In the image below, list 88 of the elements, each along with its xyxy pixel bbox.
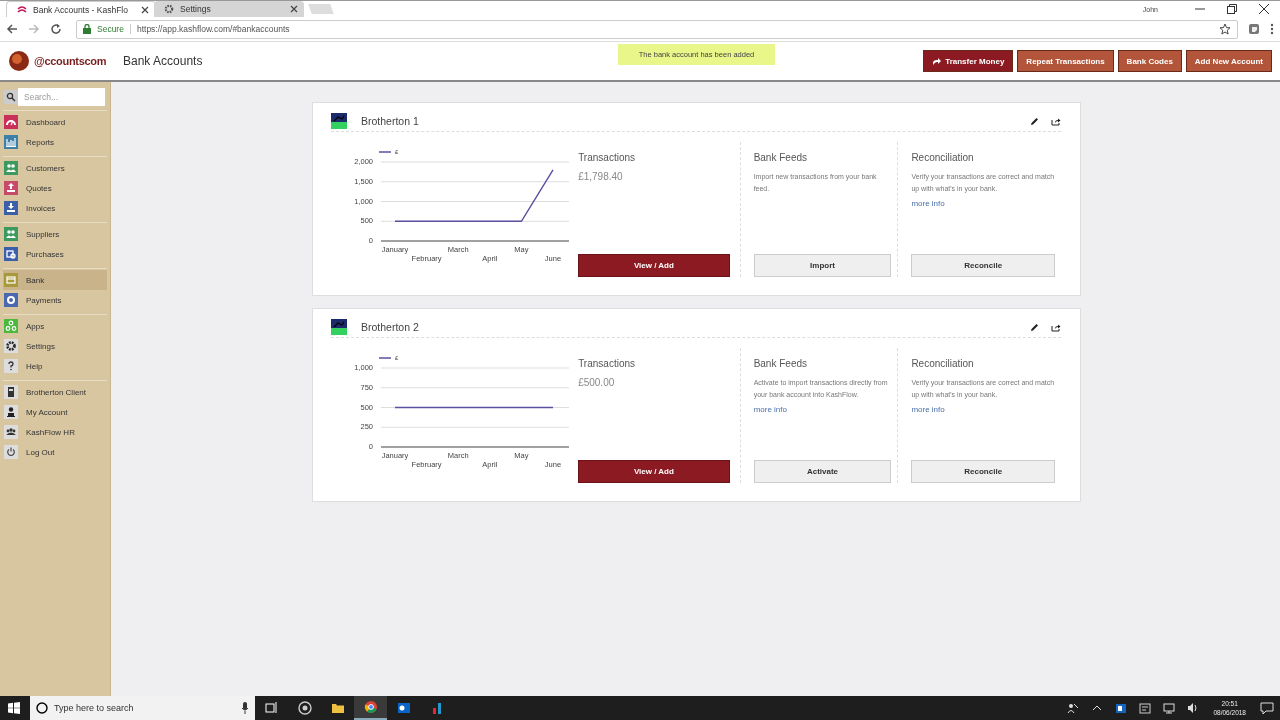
balance-amount: £1,798.40 xyxy=(578,171,624,182)
gear-icon xyxy=(164,4,174,14)
action-button[interactable]: Import xyxy=(753,254,892,277)
menu-item-icon xyxy=(4,405,18,419)
logo-text: @ccountscom xyxy=(34,55,107,67)
sidebar-item[interactable]: Invoices xyxy=(3,198,107,218)
microphone-icon[interactable] xyxy=(241,702,249,714)
cortana-icon xyxy=(36,702,48,714)
sidebar-item[interactable]: Brotherton Client xyxy=(3,382,107,402)
section-title: Transactions xyxy=(578,358,636,369)
close-icon[interactable] xyxy=(1259,4,1269,14)
network-icon[interactable] xyxy=(1163,702,1176,714)
toolbar-button[interactable]: Add New Account xyxy=(1185,50,1272,72)
sidebar-item[interactable]: My Account xyxy=(3,402,107,422)
sidebar-item[interactable]: Payments xyxy=(3,290,107,310)
more-info-link[interactable]: more info xyxy=(911,405,1055,414)
browser-tab[interactable]: Bank Accounts - KashFlo xyxy=(6,1,156,17)
sidebar-item[interactable]: Apps xyxy=(3,316,107,336)
sidebar-item[interactable]: Help xyxy=(3,356,107,376)
share-icon[interactable] xyxy=(1051,322,1061,332)
browser-tab[interactable]: Settings xyxy=(154,1,304,17)
search-icon xyxy=(4,90,18,104)
lock-icon xyxy=(83,24,91,34)
sidebar-item[interactable]: Suppliers xyxy=(3,224,107,244)
sidebar-item[interactable]: Bank xyxy=(3,270,107,290)
toolbar-button[interactable]: Transfer Money xyxy=(923,50,1014,72)
section-title: Transactions xyxy=(578,152,636,163)
bank-logo-icon xyxy=(331,319,347,335)
section-title: Bank Feeds xyxy=(753,152,808,163)
back-icon[interactable] xyxy=(6,23,18,35)
sidebar-item[interactable]: Customers xyxy=(3,158,107,178)
account-name: Brotherton 2 xyxy=(361,321,419,333)
action-button[interactable]: Reconcile xyxy=(911,254,1055,277)
more-info-link[interactable]: more info xyxy=(753,405,892,414)
toolbar-button[interactable]: Repeat Transactions xyxy=(1017,50,1114,72)
page-title: Bank Accounts xyxy=(123,54,203,68)
person-icon[interactable] xyxy=(1067,702,1080,714)
mail-app-icon[interactable] xyxy=(1115,702,1128,714)
pencil-icon[interactable] xyxy=(1030,322,1039,332)
tab-title: Bank Accounts - KashFlo xyxy=(33,4,129,15)
app-tray-icon[interactable] xyxy=(1139,702,1152,714)
sidebar-item[interactable]: KashFlow HR xyxy=(3,422,107,442)
extension-icon[interactable] xyxy=(1248,23,1260,35)
arrow-icon xyxy=(932,57,942,65)
more-info-link[interactable]: more info xyxy=(911,199,1055,208)
bank-logo-icon xyxy=(331,113,347,129)
sidebar-item[interactable]: Log Out xyxy=(3,442,107,462)
sidebar-item[interactable]: Dashboard xyxy=(3,112,107,132)
share-icon[interactable] xyxy=(1051,116,1061,126)
taskbar-search-field[interactable]: Type here to search xyxy=(30,696,255,720)
menu-item-icon xyxy=(4,425,18,439)
chrome-icon[interactable] xyxy=(354,696,387,720)
sidebar-item[interactable]: Reports xyxy=(3,132,107,152)
address-field[interactable]: Secure https://app.kashflow.com/#bankaccounts xyxy=(76,19,1238,39)
action-button[interactable]: Reconcile xyxy=(911,460,1055,483)
action-button[interactable]: View / Add xyxy=(578,254,730,277)
action-button[interactable]: Activate xyxy=(753,460,892,483)
tab-title: Settings xyxy=(180,4,212,14)
search-placeholder: Type here to search xyxy=(54,703,134,713)
balance-amount: £500.00 xyxy=(578,377,616,388)
menu-item-icon xyxy=(4,385,18,399)
section-title: Bank Feeds xyxy=(753,358,808,369)
menu-item-icon xyxy=(4,359,18,373)
close-icon[interactable] xyxy=(141,5,149,14)
star-icon[interactable] xyxy=(1219,23,1231,35)
menu-item-icon xyxy=(4,339,18,353)
close-icon[interactable] xyxy=(290,5,298,13)
toolbar-button[interactable]: Bank Codes xyxy=(1117,50,1182,72)
menu-icon[interactable] xyxy=(1270,23,1274,35)
sidebar-item[interactable]: Quotes xyxy=(3,178,107,198)
action-button[interactable]: View / Add xyxy=(578,460,730,483)
sidebar-item[interactable]: Purchases xyxy=(3,244,107,264)
url-text: https://app.kashflow.com/#bankaccounts xyxy=(136,24,290,34)
section-title: Reconciliation xyxy=(911,152,975,163)
speaker-icon[interactable] xyxy=(1187,702,1200,714)
section-title: Reconciliation xyxy=(911,358,975,369)
search-field[interactable]: Search... xyxy=(18,88,105,106)
account-name: Brotherton 1 xyxy=(361,115,419,127)
notification-icon[interactable] xyxy=(1260,701,1274,715)
pencil-icon[interactable] xyxy=(1030,116,1039,126)
restore-icon[interactable] xyxy=(1227,4,1237,14)
windows-start-icon[interactable] xyxy=(8,702,20,714)
secure-label: Secure xyxy=(97,24,131,34)
sidebar-item[interactable]: Settings xyxy=(3,336,107,356)
menu-item-icon xyxy=(4,445,18,459)
kashflow-icon xyxy=(17,4,27,15)
reload-icon[interactable] xyxy=(50,23,62,35)
logo-icon xyxy=(8,50,30,72)
